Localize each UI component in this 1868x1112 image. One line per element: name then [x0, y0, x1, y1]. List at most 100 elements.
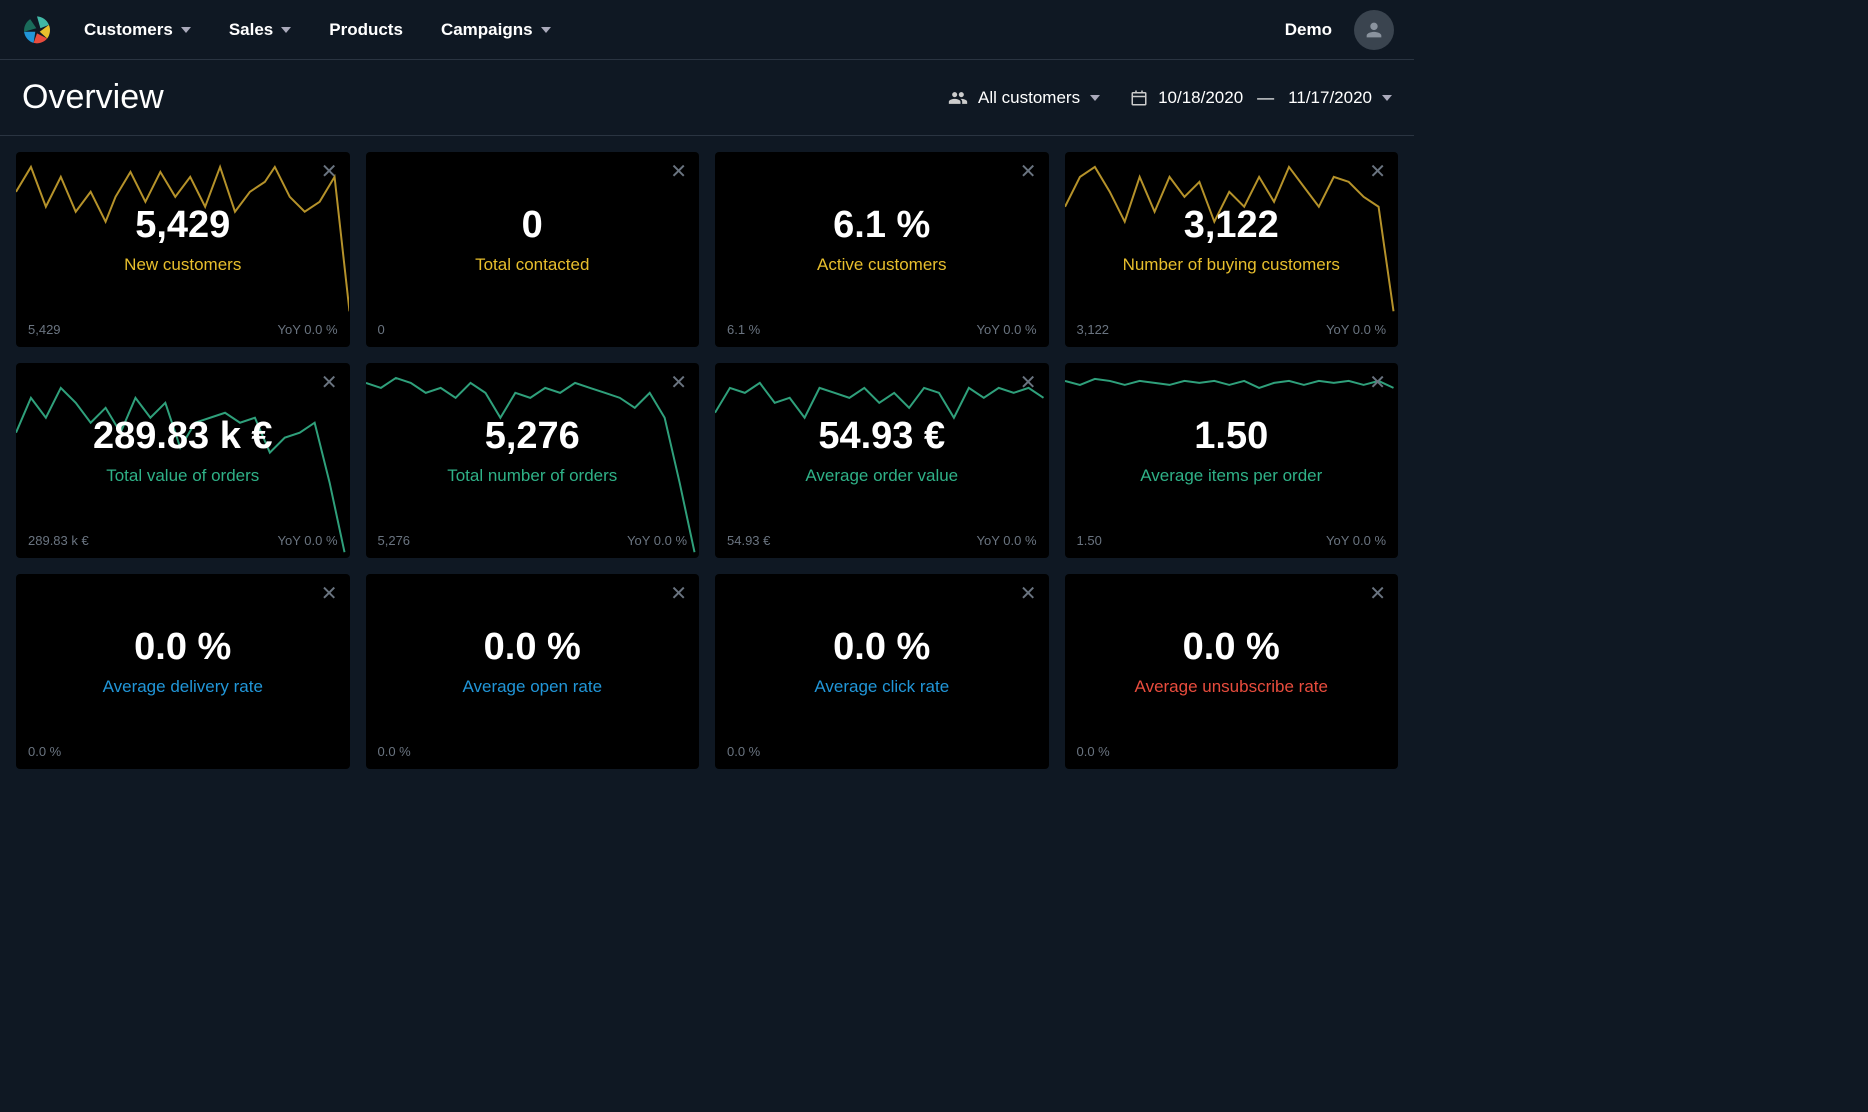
close-icon[interactable]: ✕ [1369, 373, 1386, 393]
footer-left: 5,429 [28, 322, 61, 337]
customer-filter-label: All customers [978, 88, 1080, 108]
metric-value: 54.93 € [818, 415, 945, 458]
card-footer: 289.83 k € YoY 0.0 % [16, 523, 350, 558]
nav-customers[interactable]: Customers [84, 20, 191, 40]
nav-right: Demo [1285, 10, 1394, 50]
footer-left: 0.0 % [727, 744, 760, 759]
close-icon[interactable]: ✕ [1020, 373, 1037, 393]
metric-card[interactable]: ✕ 0.0 % Average click rate 0.0 % [715, 574, 1049, 769]
card-footer: 0 [366, 312, 700, 347]
metric-label: Total number of orders [447, 466, 617, 486]
metric-label: Average delivery rate [103, 677, 263, 697]
metric-label: Average click rate [814, 677, 949, 697]
footer-left: 0.0 % [28, 744, 61, 759]
nav-products-label: Products [329, 20, 403, 40]
metric-card[interactable]: ✕ 5,429 New customers 5,429 YoY 0.0 % [16, 152, 350, 347]
footer-left: 0.0 % [378, 744, 411, 759]
metric-value: 5,429 [135, 204, 230, 247]
close-icon[interactable]: ✕ [1369, 584, 1386, 604]
nav-campaigns[interactable]: Campaigns [441, 20, 551, 40]
metric-card[interactable]: ✕ 5,276 Total number of orders 5,276 YoY 0.0… [366, 363, 700, 558]
metric-label: New customers [124, 255, 241, 275]
date-separator: — [1257, 88, 1274, 108]
nav-sales-label: Sales [229, 20, 273, 40]
metric-value: 0 [522, 204, 543, 247]
metric-label: Average open rate [462, 677, 602, 697]
chevron-down-icon [181, 27, 191, 33]
close-icon[interactable]: ✕ [670, 373, 687, 393]
footer-left: 6.1 % [727, 322, 760, 337]
footer-left: 0 [378, 322, 385, 337]
footer-right: YoY 0.0 % [977, 533, 1037, 548]
metric-label: Average order value [805, 466, 958, 486]
calendar-icon [1130, 89, 1148, 107]
metric-card[interactable]: ✕ 54.93 € Average order value 54.93 € YoY 0.… [715, 363, 1049, 558]
customer-filter[interactable]: All customers [948, 88, 1100, 108]
date-range-filter[interactable]: 10/18/2020 — 11/17/2020 [1130, 88, 1392, 108]
card-footer: 54.93 € YoY 0.0 % [715, 523, 1049, 558]
card-footer: 1.50 YoY 0.0 % [1065, 523, 1399, 558]
close-icon[interactable]: ✕ [1020, 162, 1037, 182]
footer-left: 1.50 [1077, 533, 1102, 548]
metric-card[interactable]: ✕1.50Average items per order1.50YoY 0.0 … [1065, 363, 1399, 558]
logo [20, 13, 54, 47]
footer-left: 289.83 k € [28, 533, 89, 548]
card-footer: 0.0 % [366, 734, 700, 769]
subheader: Overview All customers 10/18/2020 — 11/1… [0, 60, 1414, 136]
footer-right: YoY 0.0 % [627, 533, 687, 548]
people-icon [948, 88, 968, 108]
metric-value: 289.83 k € [93, 415, 273, 458]
close-icon[interactable]: ✕ [321, 162, 338, 182]
metric-value: 0.0 % [833, 626, 930, 669]
footer-left: 5,276 [378, 533, 411, 548]
metric-card[interactable]: ✕3,122Number of buying customers3,122YoY… [1065, 152, 1399, 347]
chevron-down-icon [1090, 95, 1100, 101]
user-icon [1363, 19, 1385, 41]
metric-label: Total contacted [475, 255, 589, 275]
metric-card[interactable]: ✕ 0.0 % Average open rate 0.0 % [366, 574, 700, 769]
demo-link[interactable]: Demo [1285, 20, 1332, 40]
metric-value: 3,122 [1184, 204, 1279, 247]
metric-value: 0.0 % [1183, 626, 1280, 669]
chevron-down-icon [281, 27, 291, 33]
chevron-down-icon [1382, 95, 1392, 101]
card-footer: 3,122 YoY 0.0 % [1065, 312, 1399, 347]
footer-right: YoY 0.0 % [278, 322, 338, 337]
nav-sales[interactable]: Sales [229, 20, 291, 40]
close-icon[interactable]: ✕ [321, 584, 338, 604]
metric-value: 1.50 [1194, 415, 1268, 458]
footer-left: 3,122 [1077, 322, 1110, 337]
metric-card[interactable]: ✕ 0.0 % Average delivery rate 0.0 % [16, 574, 350, 769]
avatar[interactable] [1354, 10, 1394, 50]
close-icon[interactable]: ✕ [670, 162, 687, 182]
date-from: 10/18/2020 [1158, 88, 1243, 108]
nav-items: Customers Sales Products Campaigns [84, 20, 1285, 40]
close-icon[interactable]: ✕ [1020, 584, 1037, 604]
filter-group: All customers 10/18/2020 — 11/17/2020 [948, 88, 1392, 108]
metric-value: 0.0 % [484, 626, 581, 669]
metric-card[interactable]: ✕ 0.0 % Average unsubscribe rate 0.0 % [1065, 574, 1399, 769]
footer-right: YoY 0.0 % [977, 322, 1037, 337]
metric-label: Average unsubscribe rate [1135, 677, 1328, 697]
metric-value: 5,276 [485, 415, 580, 458]
metric-card[interactable]: ✕289.83 k €Total value of orders289.83 k… [16, 363, 350, 558]
metric-card[interactable]: ✕6.1 %Active customers6.1 %YoY 0.0 % [715, 152, 1049, 347]
metric-value: 0.0 % [134, 626, 231, 669]
page-title: Overview [22, 78, 948, 117]
footer-left: 0.0 % [1077, 744, 1110, 759]
nav-products[interactable]: Products [329, 20, 403, 40]
footer-right: YoY 0.0 % [278, 533, 338, 548]
close-icon[interactable]: ✕ [1369, 162, 1386, 182]
nav-campaigns-label: Campaigns [441, 20, 533, 40]
close-icon[interactable]: ✕ [670, 584, 687, 604]
card-footer: 0.0 % [1065, 734, 1399, 769]
footer-right: YoY 0.0 % [1326, 533, 1386, 548]
metric-card[interactable]: ✕ 0 Total contacted 0 [366, 152, 700, 347]
close-icon[interactable]: ✕ [321, 373, 338, 393]
card-footer: 0.0 % [715, 734, 1049, 769]
date-to: 11/17/2020 [1288, 88, 1372, 108]
footer-right: YoY 0.0 % [1326, 322, 1386, 337]
metric-label: Active customers [817, 255, 946, 275]
card-footer: 5,276 YoY 0.0 % [366, 523, 700, 558]
footer-left: 54.93 € [727, 533, 770, 548]
